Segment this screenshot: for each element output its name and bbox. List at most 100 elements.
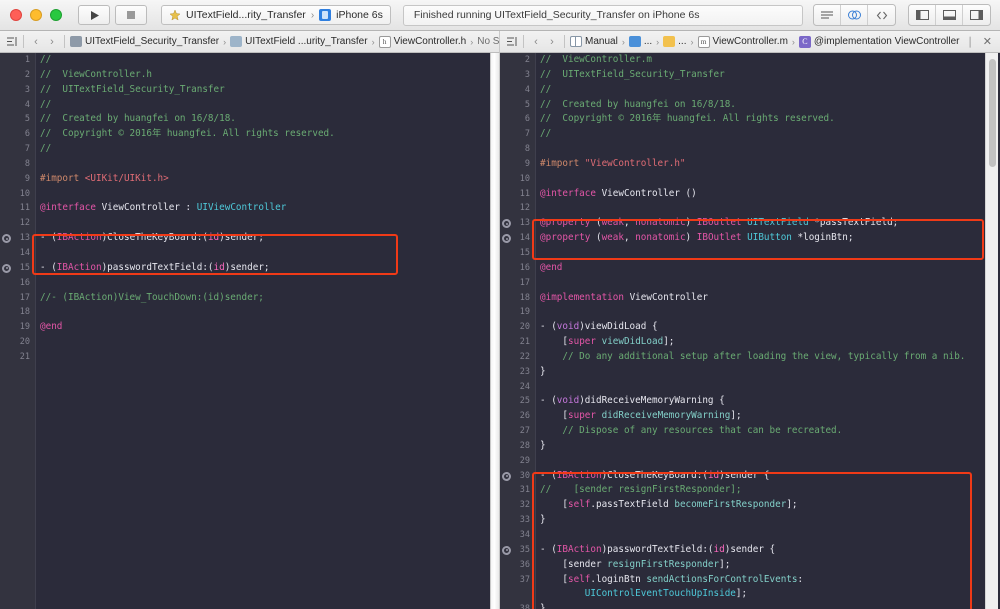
gutter-line[interactable]: 29 [500,454,535,469]
run-stop-group[interactable] [78,5,147,25]
breadcrumb-folder[interactable]: UITextField ...urity_Transfer [229,36,368,47]
code-line[interactable]: @property (weak, nonatomic) IBOutlet UIT… [540,216,998,231]
gutter-line[interactable]: 9 [0,172,35,187]
gutter-line[interactable]: 17 [0,291,35,306]
related-files-icon[interactable] [504,34,519,49]
gutter-line[interactable]: 22 [500,350,535,365]
source-code-right[interactable]: // ViewController.m // UITextField_Securi… [540,53,998,609]
breakpoint-marker-icon[interactable] [502,471,511,481]
gutter-line[interactable]: 26 [500,409,535,424]
code-line[interactable]: //- (IBAction)View_TouchDown:(id)sender; [40,291,490,306]
breakpoint-marker-icon[interactable] [502,545,511,555]
gutter-line[interactable]: 38 [500,602,535,609]
breadcrumb-asset[interactable]: ... [628,36,653,47]
gutter-line[interactable]: 15 [500,246,535,261]
code-line[interactable]: // [sender resignFirstResponder]; [540,483,998,498]
navigate-forward-button[interactable]: › [544,34,560,50]
code-line[interactable] [40,276,490,291]
code-line[interactable]: @end [40,320,490,335]
gutter-line[interactable]: 14 [0,246,35,261]
code-line[interactable]: - (void)viewDidLoad { [540,320,998,335]
gutter-line[interactable]: 32 [500,498,535,513]
code-line[interactable]: - (IBAction)passwordTextField:(id)sender… [540,543,998,558]
gutter-line[interactable]: 35 [500,543,535,558]
code-line[interactable]: #import <UIKit/UIKit.h> [40,172,490,187]
code-line[interactable]: // [540,83,998,98]
gutter-line[interactable]: 5 [500,98,535,113]
toggle-debug-area-button[interactable] [936,5,963,25]
code-line[interactable] [40,187,490,202]
breadcrumb-folder-yellow[interactable]: ... [662,36,687,47]
gutter-line[interactable]: 25 [500,394,535,409]
editor-pane-assistant[interactable]: 2 3 4 5 6 7 8 9 10 11 12 13 14 15 16 17 18 19 20 21 22 23 24 25… [500,53,998,609]
breakpoint-marker-icon[interactable] [502,234,511,244]
breakpoint-marker-icon[interactable] [2,263,11,273]
gutter-line[interactable]: 11 [0,201,35,216]
code-line[interactable]: // UITextField_Security_Transfer [540,68,998,83]
stop-button[interactable] [115,5,147,25]
source-code-left[interactable]: // // ViewController.h // UITextField_Secu… [40,53,490,609]
code-line[interactable]: // ViewController.h [40,68,490,83]
gutter-line[interactable]: 31 [500,483,535,498]
close-window-button[interactable] [10,9,22,21]
navigate-back-button[interactable]: ‹ [528,34,544,50]
code-line[interactable]: } [540,513,998,528]
breadcrumb-manual[interactable]: Manual [569,36,619,47]
gutter-line[interactable]: 6 [0,127,35,142]
code-line[interactable]: // UITextField_Security_Transfer [40,83,490,98]
split-editor-button[interactable]: ❘ [961,35,980,48]
view-toggle-segment[interactable] [908,4,991,26]
gutter-line[interactable]: 17 [500,276,535,291]
gutter-line[interactable]: 21 [0,350,35,365]
gutter-line[interactable]: 36 [500,558,535,573]
code-line[interactable]: // [40,53,490,68]
code-line[interactable]: UIControlEventTouchUpInside]; [540,587,998,602]
code-line[interactable]: // Created by huangfei on 16/8/18. [540,98,998,113]
gutter-line[interactable]: 13 [500,216,535,231]
scrollbar-thumb[interactable] [989,59,996,167]
editor-pane-primary[interactable]: 1 2 3 4 5 6 7 8 9 10 11 12 13 14 15 16 17 18 19 20 21 //// V… [0,53,490,609]
code-line[interactable]: // Created by huangfei on 16/8/18. [40,112,490,127]
gutter-line[interactable]: 21 [500,335,535,350]
code-line[interactable]: // [540,127,998,142]
gutter-line[interactable]: 1 [0,53,35,68]
zoom-window-button[interactable] [50,9,62,21]
breadcrumb-project[interactable]: UITextField_Security_Transfer [69,36,220,47]
code-line[interactable]: #import "ViewController.h" [540,157,998,172]
navigate-forward-button[interactable]: › [44,34,60,50]
code-line[interactable] [540,276,998,291]
code-line[interactable]: [sender resignFirstResponder]; [540,558,998,573]
gutter-line[interactable]: 13 [0,231,35,246]
gutter-line[interactable]: 3 [500,68,535,83]
code-line[interactable]: // [40,98,490,113]
related-files-icon[interactable] [4,34,19,49]
code-line[interactable] [40,305,490,320]
code-line[interactable]: } [540,439,998,454]
code-line[interactable] [540,201,998,216]
gutter-left[interactable]: 1 2 3 4 5 6 7 8 9 10 11 12 13 14 15 16 17 18 19 20 21 [0,53,36,609]
gutter-line[interactable]: 4 [0,98,35,113]
code-line[interactable]: [self.passTextField becomeFirstResponder… [540,498,998,513]
gutter-line[interactable]: 18 [0,305,35,320]
breakpoint-marker-icon[interactable] [2,234,11,244]
code-line[interactable]: @interface ViewController : UIViewContro… [40,201,490,216]
code-line[interactable]: - (void)didReceiveMemoryWarning { [540,394,998,409]
code-line[interactable]: - (IBAction)passwordTextField:(id)sender… [40,261,490,276]
code-line[interactable]: // [40,142,490,157]
code-line[interactable]: [super didReceiveMemoryWarning]; [540,409,998,424]
gutter-right[interactable]: 2 3 4 5 6 7 8 9 10 11 12 13 14 15 16 17 18 19 20 21 22 23 24 25… [500,53,536,609]
code-line[interactable] [540,380,998,395]
code-line[interactable] [540,454,998,469]
code-line[interactable]: } [540,365,998,380]
scheme-selector[interactable]: UITextField...rity_Transfer › iPhone 6s [161,5,391,25]
gutter-line[interactable]: 19 [500,305,535,320]
gutter-line[interactable]: 7 [0,142,35,157]
gutter-line[interactable]: 6 [500,112,535,127]
gutter-line[interactable]: 8 [500,142,535,157]
breadcrumb-file[interactable]: h ViewController.h [378,35,468,48]
gutter-line[interactable]: 16 [500,261,535,276]
code-line[interactable]: } [540,602,998,609]
code-line[interactable]: [self.loginBtn sendActionsForControlEven… [540,573,998,588]
code-line[interactable]: @implementation ViewController [540,291,998,306]
code-line[interactable] [40,335,490,350]
